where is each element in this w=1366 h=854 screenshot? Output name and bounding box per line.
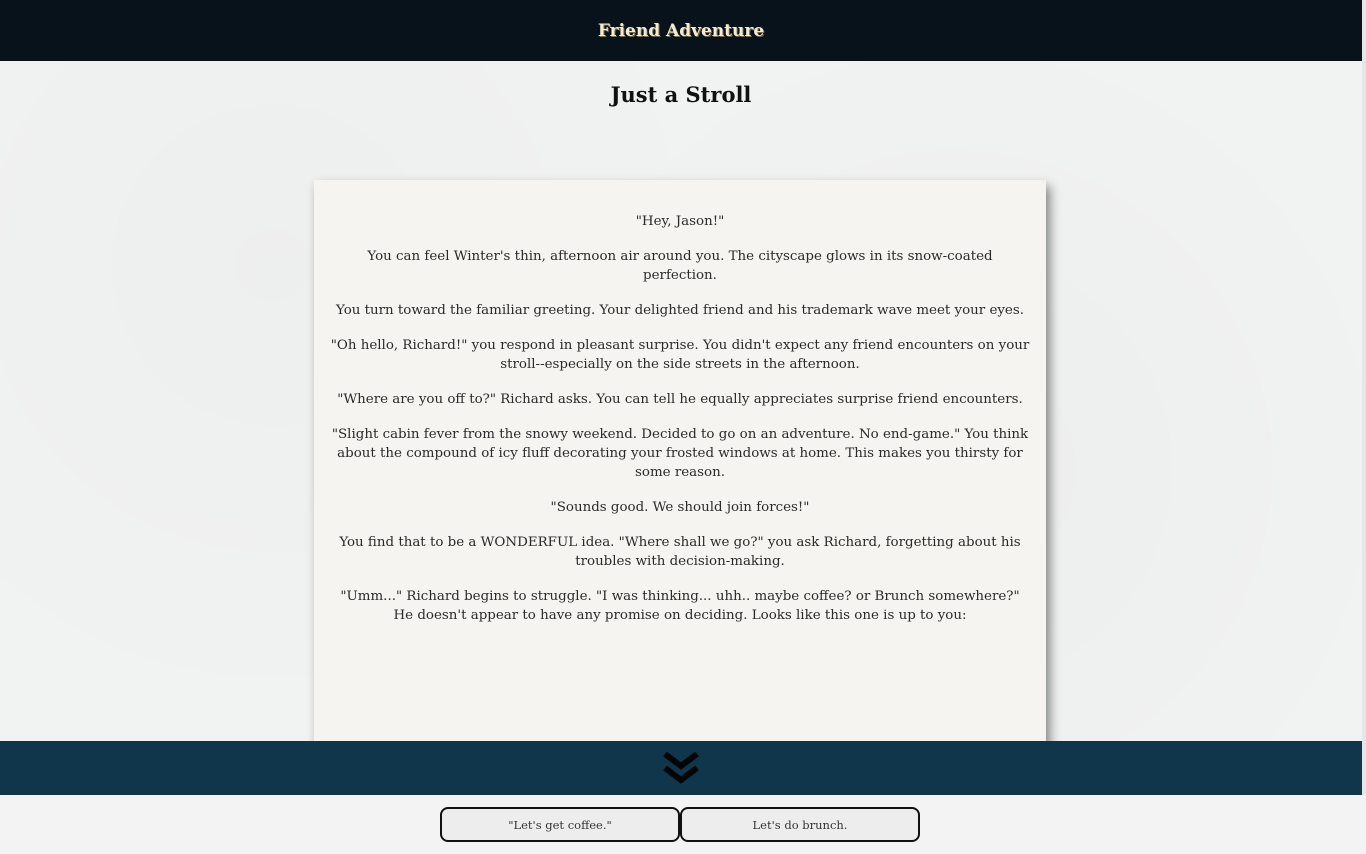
story-card: "Hey, Jason!" You can feel Winter's thin… (314, 180, 1046, 780)
page: Friend Adventure Just a Stroll "Hey, Jas… (0, 0, 1366, 854)
choices-bar: "Let's get coffee." Let's do brunch. (0, 795, 1366, 854)
story-paragraph: You turn toward the familiar greeting. Y… (336, 303, 1024, 318)
double-chevron-down-icon[interactable] (661, 750, 701, 786)
story-paragraph: "Umm..." Richard begins to struggle. "I … (340, 589, 1020, 623)
story-paragraph: You find that to be a WONDERFUL idea. "W… (339, 535, 1021, 569)
scroll-band (0, 741, 1362, 795)
story-paragraph: "Slight cabin fever from the snowy weeke… (331, 427, 1029, 480)
story-paragraph: You can feel Winter's thin, afternoon ai… (367, 249, 993, 283)
story-paragraph: "Oh hello, Richard!" you respond in plea… (330, 338, 1030, 372)
story-paragraph: "Sounds good. We should join forces!" (550, 500, 810, 515)
site-title[interactable]: Friend Adventure (598, 21, 764, 41)
story-paragraph: "Hey, Jason!" (635, 214, 725, 229)
choice-coffee-button[interactable]: "Let's get coffee." (440, 807, 680, 842)
chapter-title: Just a Stroll (610, 82, 752, 107)
scrollbar[interactable] (1362, 0, 1366, 854)
header-bar: Friend Adventure (0, 0, 1362, 61)
story-paragraph: "Where are you off to?" Richard asks. Yo… (337, 392, 1023, 407)
choice-brunch-button[interactable]: Let's do brunch. (680, 807, 920, 842)
